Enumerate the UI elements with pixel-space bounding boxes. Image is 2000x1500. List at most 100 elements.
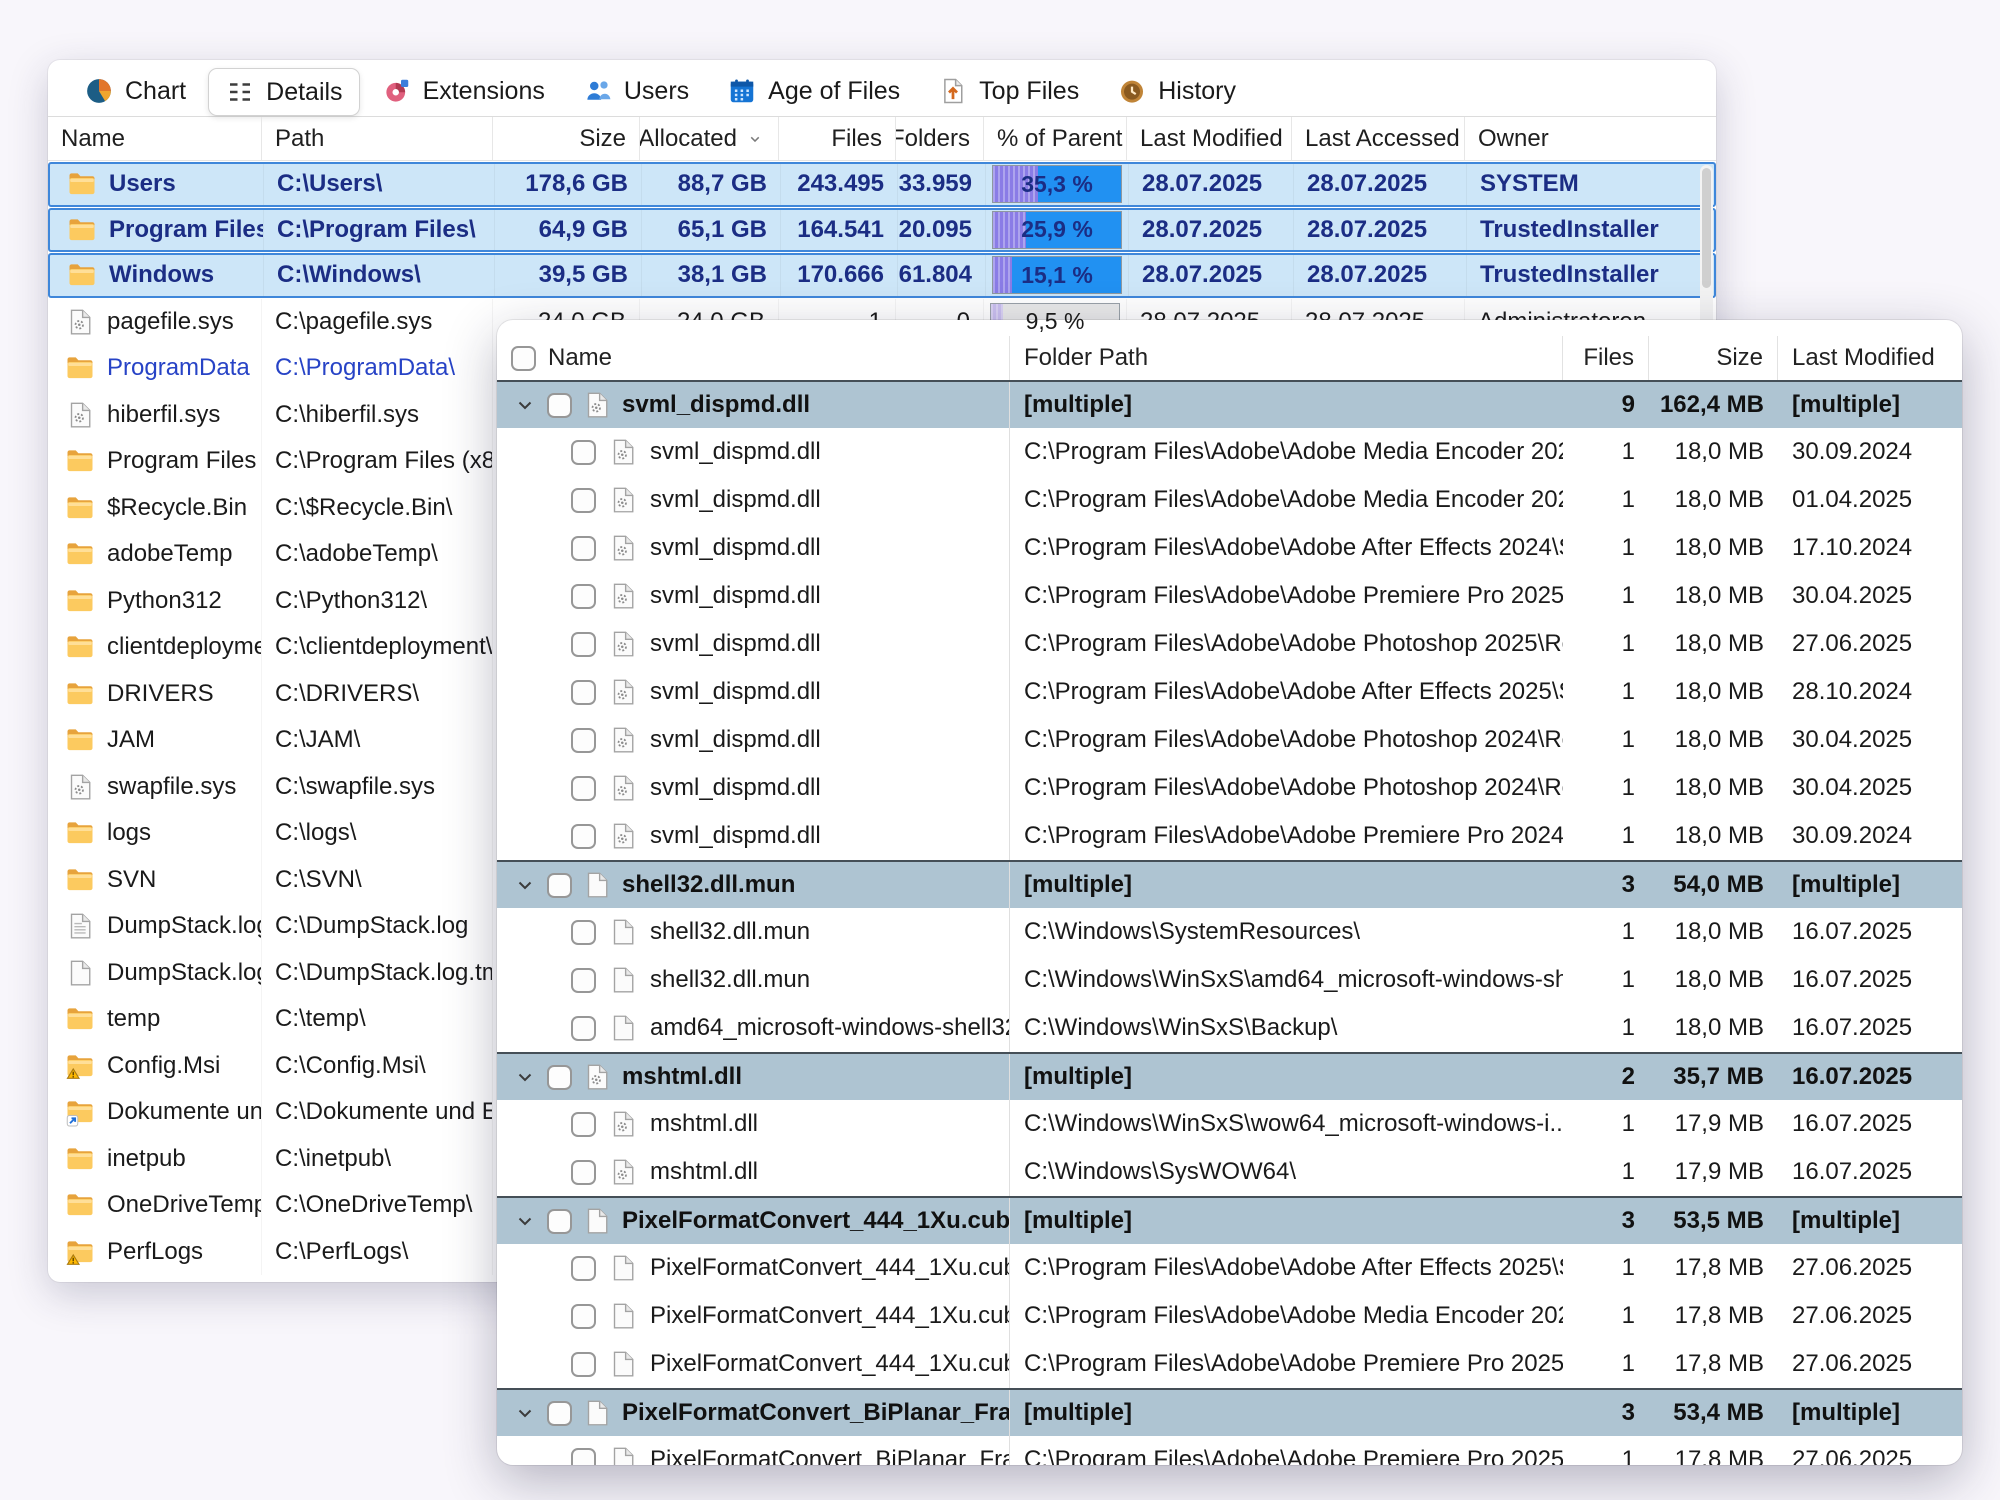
row-checkbox[interactable]	[571, 776, 596, 801]
duplicate-file-row[interactable]: mshtml.dllC:\Windows\WinSxS\wow64_micros…	[497, 1100, 1962, 1148]
column-header-size[interactable]: Size	[1649, 336, 1778, 380]
file-name: Windows	[109, 261, 214, 289]
folder-path-cell: [multiple]	[1010, 382, 1563, 428]
column-header-files[interactable]: Files	[779, 117, 896, 160]
row-checkbox[interactable]	[571, 680, 596, 705]
tab-age-of-files[interactable]: Age of Files	[711, 68, 916, 114]
file-name-cell: svml_dispmd.dll	[497, 524, 1010, 572]
duplicate-file-row[interactable]: svml_dispmd.dllC:\Program Files\Adobe\Ad…	[497, 812, 1962, 860]
files-cell: 1	[1563, 1436, 1649, 1465]
path-cell: C:\hiberfil.sys	[262, 392, 493, 439]
row-checkbox[interactable]	[571, 1304, 596, 1329]
extensions-icon	[382, 76, 412, 106]
column-header-name[interactable]: Name	[48, 117, 262, 160]
duplicate-group-row[interactable]: mshtml.dll[multiple]235,7 MB16.07.2025	[497, 1052, 1962, 1100]
column-header-path[interactable]: Path	[262, 117, 493, 160]
column-header-folder-path[interactable]: Folder Path	[1010, 336, 1563, 380]
row-checkbox[interactable]	[571, 920, 596, 945]
last-modified-cell: 17.10.2024	[1778, 524, 1962, 572]
duplicate-file-row[interactable]: amd64_microsoft-windows-shell32_3...C:\W…	[497, 1004, 1962, 1052]
group-name: PixelFormatConvert_444_1Xu.cubin	[622, 1207, 1010, 1235]
column-header-allocated[interactable]: Allocated	[640, 117, 779, 160]
duplicate-file-row[interactable]: svml_dispmd.dllC:\Program Files\Adobe\Ad…	[497, 620, 1962, 668]
chevron-down-icon[interactable]	[513, 1209, 537, 1233]
select-all-checkbox[interactable]	[511, 346, 536, 371]
folder-path-cell: C:\Windows\SystemResources\	[1010, 908, 1563, 956]
chevron-down-icon[interactable]	[513, 1401, 537, 1425]
file-name: svml_dispmd.dll	[650, 630, 821, 658]
path-cell: C:\DumpStack.log	[262, 903, 493, 950]
row-checkbox[interactable]	[571, 1112, 596, 1137]
tab-history[interactable]: History	[1101, 68, 1252, 114]
row-checkbox[interactable]	[571, 728, 596, 753]
duplicate-file-row[interactable]: shell32.dll.munC:\Windows\WinSxS\amd64_m…	[497, 956, 1962, 1004]
files-cell: 2	[1563, 1054, 1649, 1100]
column-header-files[interactable]: Files	[1563, 336, 1649, 380]
tab-chart[interactable]: Chart	[68, 68, 202, 114]
size-cell: 18,0 MB	[1649, 620, 1778, 668]
duplicate-file-row[interactable]: PixelFormatConvert_444_1Xu.cubinC:\Progr…	[497, 1244, 1962, 1292]
name-cell: $Recycle.Bin	[48, 485, 262, 532]
row-checkbox[interactable]	[571, 824, 596, 849]
files-cell: 1	[1563, 428, 1649, 476]
tab-details[interactable]: Details	[208, 68, 359, 116]
duplicate-file-row[interactable]: svml_dispmd.dllC:\Program Files\Adobe\Ad…	[497, 668, 1962, 716]
duplicate-file-row[interactable]: shell32.dll.munC:\Windows\SystemResource…	[497, 908, 1962, 956]
row-checkbox[interactable]	[571, 536, 596, 561]
duplicate-group-row[interactable]: PixelFormatConvert_BiPlanar_Frame.c...[m…	[497, 1388, 1962, 1436]
row-checkbox[interactable]	[547, 393, 572, 418]
row-checkbox[interactable]	[547, 873, 572, 898]
row-checkbox[interactable]	[571, 1016, 596, 1041]
row-checkbox[interactable]	[571, 968, 596, 993]
duplicate-file-row[interactable]: svml_dispmd.dllC:\Program Files\Adobe\Ad…	[497, 428, 1962, 476]
row-checkbox[interactable]	[571, 584, 596, 609]
allocated-cell: 38,1 GB	[642, 255, 781, 296]
duplicate-file-row[interactable]: PixelFormatConvert_444_1Xu.cubinC:\Progr…	[497, 1340, 1962, 1388]
duplicate-file-row[interactable]: svml_dispmd.dllC:\Program Files\Adobe\Ad…	[497, 476, 1962, 524]
column-header-percent-of-parent[interactable]: % of Parent (...	[984, 117, 1127, 160]
path-cell: C:\clientdeployment\	[262, 624, 493, 671]
row-checkbox[interactable]	[571, 1448, 596, 1466]
duplicate-group-row[interactable]: svml_dispmd.dll[multiple]9162,4 MB[multi…	[497, 380, 1962, 428]
tab-extensions[interactable]: Extensions	[366, 68, 561, 114]
tab-users[interactable]: Users	[567, 68, 705, 114]
row-checkbox[interactable]	[547, 1209, 572, 1234]
chevron-down-icon[interactable]	[513, 873, 537, 897]
group-name-cell: PixelFormatConvert_444_1Xu.cubin	[497, 1198, 1010, 1244]
column-header-last-modified[interactable]: Last Modified	[1778, 336, 1962, 380]
duplicate-file-row[interactable]: svml_dispmd.dllC:\Program Files\Adobe\Ad…	[497, 764, 1962, 812]
duplicate-file-row[interactable]: svml_dispmd.dllC:\Program Files\Adobe\Ad…	[497, 524, 1962, 572]
system-file-icon	[582, 1062, 612, 1092]
duplicate-group-row[interactable]: PixelFormatConvert_444_1Xu.cubin[multipl…	[497, 1196, 1962, 1244]
chevron-down-icon[interactable]	[513, 393, 537, 417]
tab-top-files[interactable]: Top Files	[922, 68, 1095, 114]
column-header-owner[interactable]: Owner	[1465, 117, 1716, 160]
column-header-last-modified[interactable]: Last Modified	[1127, 117, 1292, 160]
table-row[interactable]: Program FilesC:\Program Files\64,9 GB65,…	[48, 208, 1716, 253]
duplicate-group-row[interactable]: shell32.dll.mun[multiple]354,0 MB[multip…	[497, 860, 1962, 908]
row-checkbox[interactable]	[571, 440, 596, 465]
table-row[interactable]: WindowsC:\Windows\39,5 GB38,1 GB170.6666…	[48, 253, 1716, 298]
file-icon	[608, 1013, 638, 1043]
file-name-cell: svml_dispmd.dll	[497, 716, 1010, 764]
row-checkbox[interactable]	[547, 1065, 572, 1090]
row-checkbox[interactable]	[547, 1401, 572, 1426]
duplicate-file-row[interactable]: svml_dispmd.dllC:\Program Files\Adobe\Ad…	[497, 572, 1962, 620]
row-checkbox[interactable]	[571, 1352, 596, 1377]
duplicate-file-row[interactable]: svml_dispmd.dllC:\Program Files\Adobe\Ad…	[497, 716, 1962, 764]
row-checkbox[interactable]	[571, 632, 596, 657]
column-header-last-accessed[interactable]: Last Accessed	[1292, 117, 1465, 160]
last-modified-cell: 16.07.2025	[1778, 1100, 1962, 1148]
duplicate-file-row[interactable]: mshtml.dllC:\Windows\SysWOW64\117,9 MB16…	[497, 1148, 1962, 1196]
scrollbar-thumb[interactable]	[1702, 168, 1711, 288]
row-checkbox[interactable]	[571, 1160, 596, 1185]
table-row[interactable]: UsersC:\Users\178,6 GB88,7 GB243.49533.9…	[48, 162, 1716, 207]
duplicate-file-row[interactable]: PixelFormatConvert_BiPlanar_Frame.c...C:…	[497, 1436, 1962, 1465]
column-header-size[interactable]: Size	[493, 117, 640, 160]
duplicate-file-row[interactable]: PixelFormatConvert_444_1Xu.cubinC:\Progr…	[497, 1292, 1962, 1340]
chevron-down-icon[interactable]	[513, 1065, 537, 1089]
row-checkbox[interactable]	[571, 1256, 596, 1281]
column-header-folders[interactable]: Folders	[896, 117, 984, 160]
column-header-name[interactable]: Name	[497, 336, 1010, 380]
row-checkbox[interactable]	[571, 488, 596, 513]
